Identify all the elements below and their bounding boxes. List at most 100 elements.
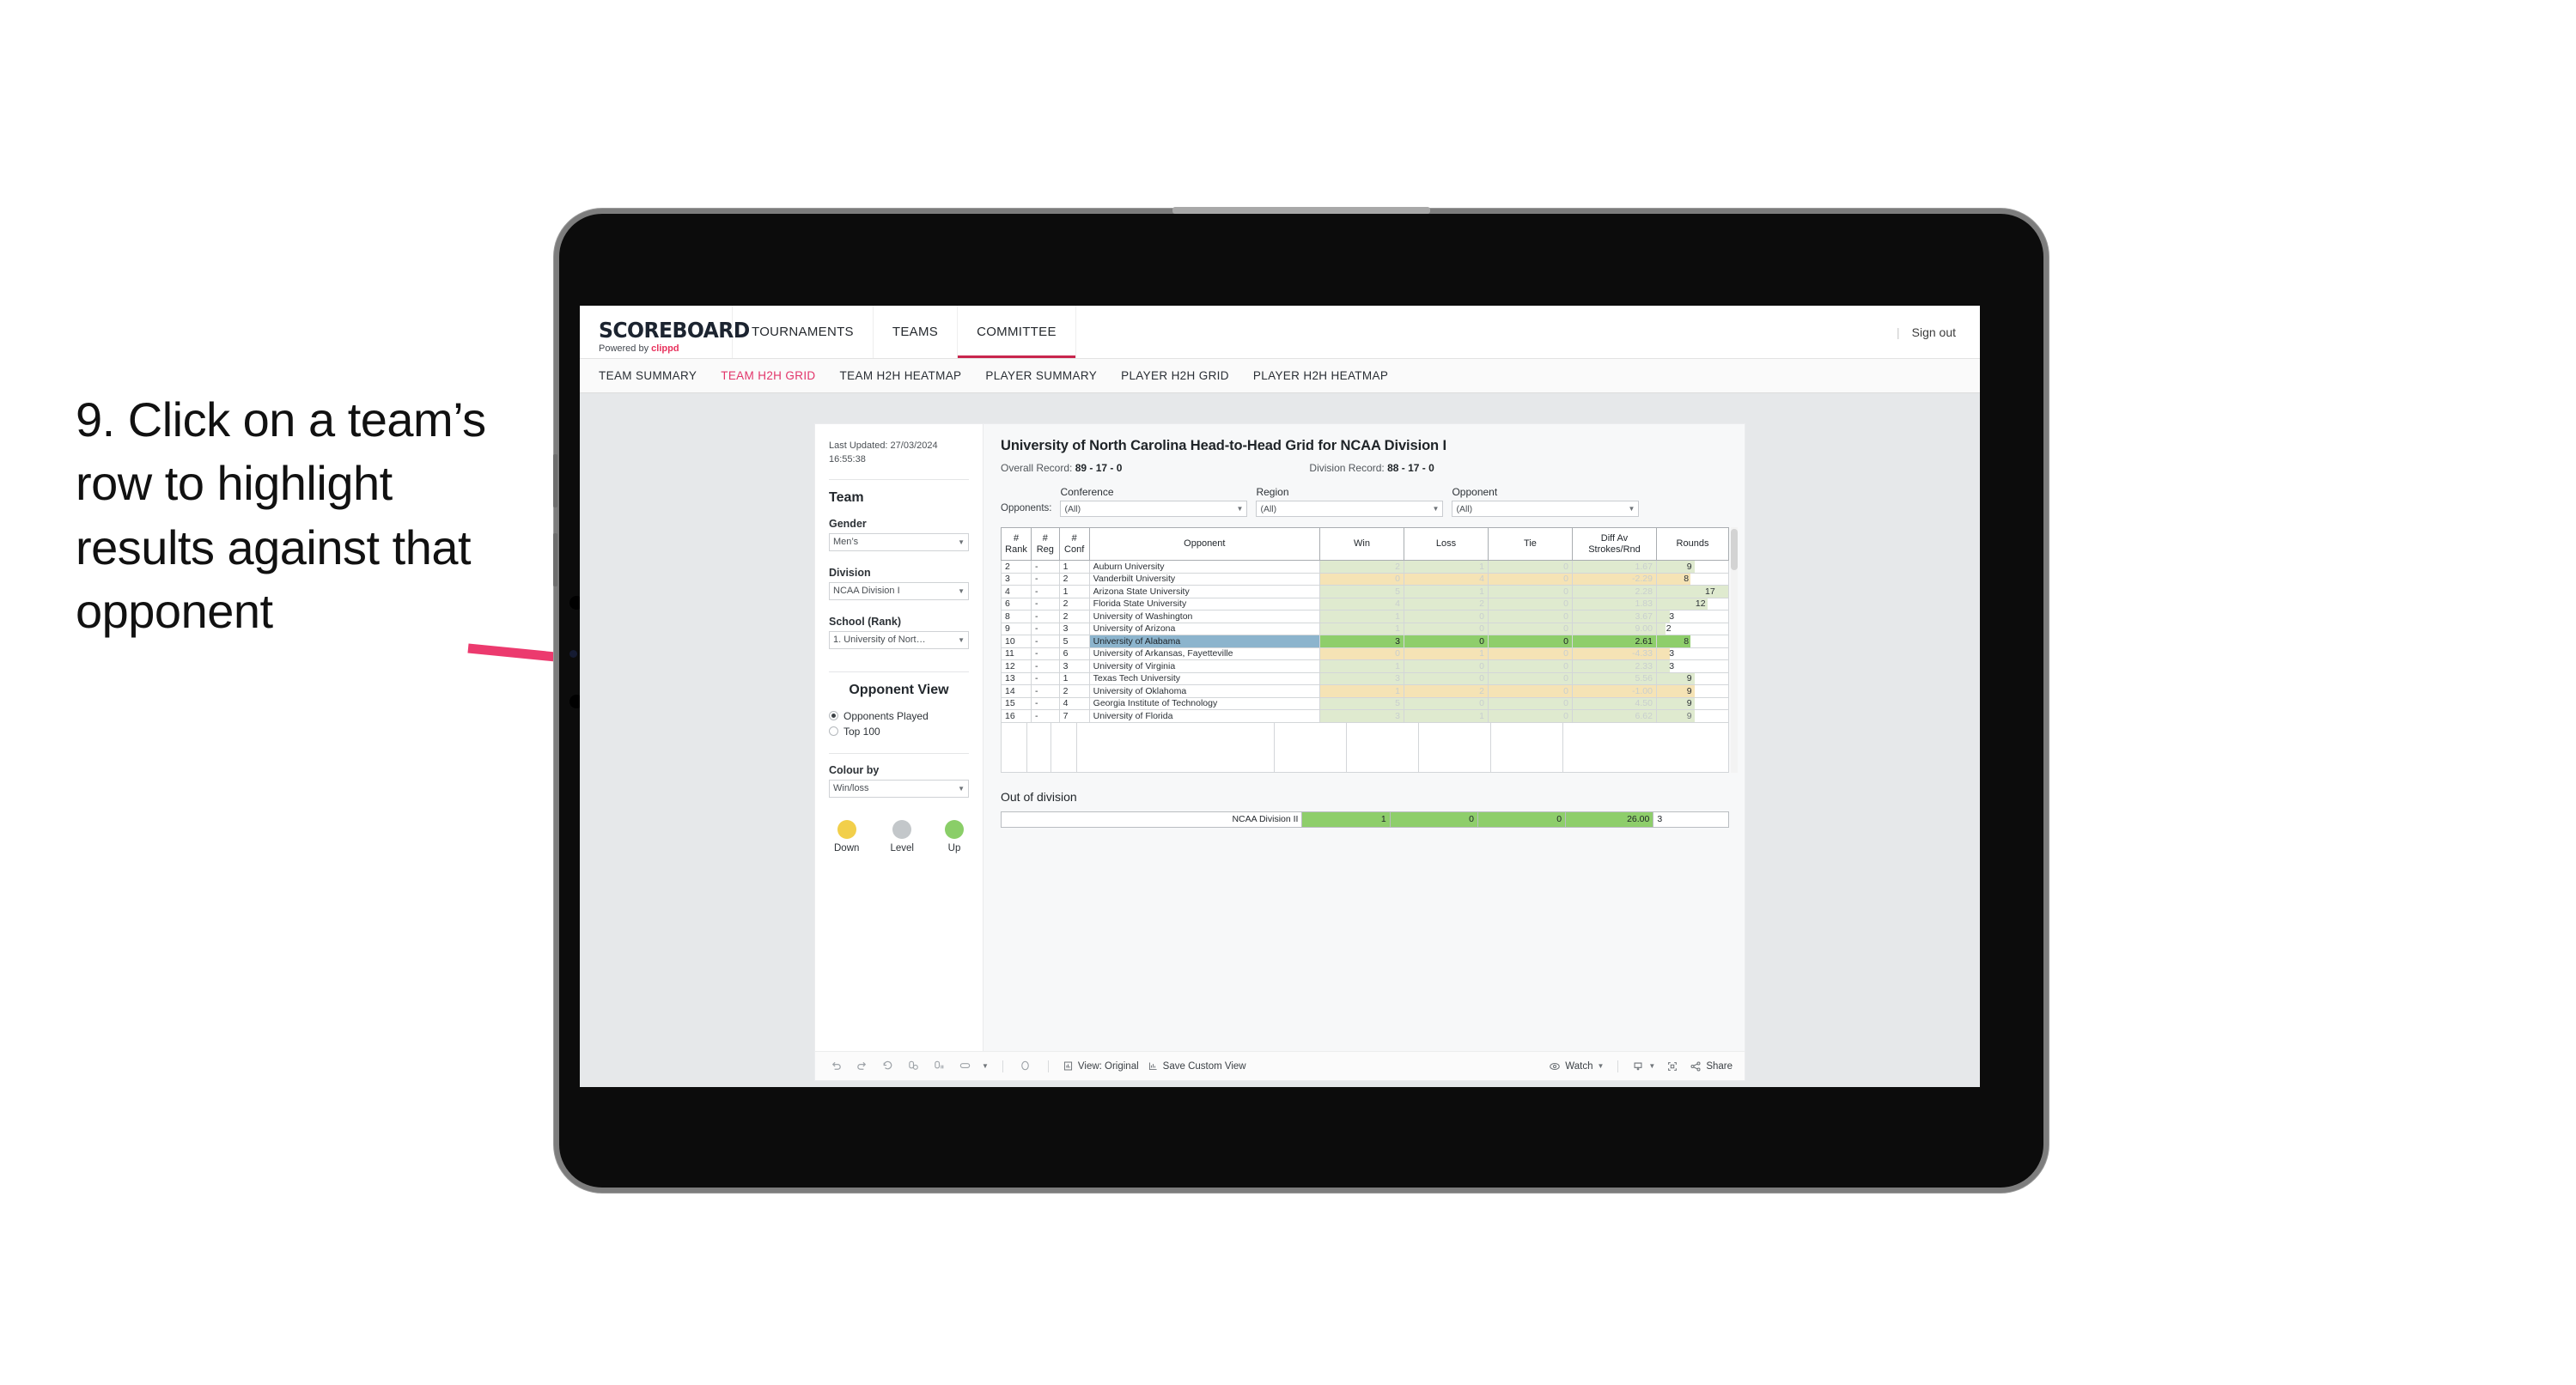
cell-conf: 3 [1058,659,1090,673]
filter-opponent-select[interactable]: (All) ▼ [1452,501,1640,517]
table-row[interactable]: 4-1 Arizona State University 5 1 0 2.28 17 [1001,585,1730,598]
school-select[interactable]: 1. University of Nort… ▼ [829,630,969,649]
table-row[interactable]: 13-1 Texas Tech University 3 0 0 5.56 9 [1001,671,1730,685]
col-win[interactable]: Win [1318,527,1404,561]
table-row[interactable]: 16-7 University of Florida 3 1 0 6.62 9 [1001,709,1730,723]
save-custom-view-button[interactable]: Save Custom View [1148,1060,1246,1072]
comments-icon[interactable] [1017,1058,1034,1075]
revert-icon[interactable] [879,1058,896,1075]
download-button[interactable]: ▼ [1632,1060,1655,1072]
table-row[interactable]: 8-2 University of Washington 1 0 0 3.67 3 [1001,610,1730,623]
cell-rounds: 3 [1655,610,1730,623]
col-diff[interactable]: Diff Av Strokes/Rnd [1571,527,1657,561]
subnav-item-player-summary[interactable]: PLAYER SUMMARY [985,369,1097,382]
col-rank[interactable]: # Rank [1001,527,1032,561]
scrollbar-thumb[interactable] [1731,529,1738,570]
share-button[interactable]: Share [1690,1060,1733,1072]
filter-conference-value: (All) [1064,503,1081,514]
division-record-label: Division Record: [1309,462,1388,474]
table-row[interactable]: 3-2 Vanderbilt University 0 4 0 -2.29 8 [1001,572,1730,586]
sidebar-heading-opponent-view: Opponent View [849,682,949,697]
gender-select[interactable]: Men’s ▼ [829,532,969,551]
fullscreen-icon[interactable] [1664,1058,1681,1075]
table-row[interactable]: 10-5 University of Alabama 3 0 0 2.61 8 [1001,635,1730,648]
table-row[interactable]: 11-6 University of Arkansas, Fayetteville… [1001,647,1730,660]
subnav-item-player-h2h-heatmap[interactable]: PLAYER H2H HEATMAP [1253,369,1388,382]
topnav-item-committee[interactable]: COMMITTEE [958,306,1076,358]
table-row[interactable]: 12-3 University of Virginia 1 0 0 2.33 3 [1001,659,1730,673]
col-tie[interactable]: Tie [1487,527,1573,561]
chevron-down-icon: ▼ [1648,1062,1656,1070]
dashboard-container: Last Updated: 27/03/2024 16:55:38 Team G… [815,424,1745,1080]
watch-button[interactable]: Watch ▼ [1549,1060,1604,1072]
division-select[interactable]: NCAA Division I ▼ [829,581,969,600]
filter-sidebar: Last Updated: 27/03/2024 16:55:38 Team G… [815,424,984,1051]
cell-tie: 0 [1487,647,1573,660]
colour-by-select[interactable]: Win/loss ▼ [829,779,969,798]
cell-rank: 12 [1001,659,1032,673]
out-of-division-row[interactable]: NCAA Division II 1 0 0 26.00 3 [1000,811,1729,828]
cell-win: 1 [1318,659,1404,673]
col-loss-label: Loss [1435,538,1457,550]
volume-down-button[interactable] [553,533,557,586]
logo-tagline: Powered by clippd [599,343,732,354]
cell-rounds: 8 [1655,635,1730,648]
col-opponent[interactable]: Opponent [1088,527,1320,561]
top-navigation-bar: SCOREBOARD Powered by clippd TOURNAMENTS… [580,306,1980,359]
table-row[interactable]: 9-3 University of Arizona 1 0 0 9.00 2 [1001,622,1730,635]
cell-loss: 0 [1403,622,1489,635]
colour-by-label: Colour by [829,763,880,776]
overall-record-label: Overall Record: [1001,462,1075,474]
cell-reg: - [1031,572,1060,586]
cell-reg: - [1031,684,1060,698]
cell-loss: 4 [1403,572,1489,586]
cell-conf: 7 [1058,709,1090,723]
cell-win: 2 [1318,560,1404,574]
col-reg[interactable]: # Reg [1031,527,1060,561]
col-loss[interactable]: Loss [1403,527,1489,561]
devices-icon[interactable] [956,1058,973,1075]
app-logo[interactable]: SCOREBOARD Powered by clippd [580,306,750,358]
toolbar-separator-3 [1617,1060,1619,1072]
refresh-data-icon[interactable] [904,1058,922,1075]
topnav-item-tournaments[interactable]: TOURNAMENTS [733,306,874,358]
table-row[interactable]: 6-2 Florida State University 4 2 0 1.83 12 [1001,597,1730,610]
subnav-item-team-summary[interactable]: TEAM SUMMARY [599,369,697,382]
chevron-down-icon[interactable]: ▼ [982,1062,989,1070]
filter-opponent-label: Opponent [1452,486,1498,498]
col-conf[interactable]: # Conf [1058,527,1090,561]
sensor-icon [569,650,577,658]
cell-rounds: 9 [1655,684,1730,698]
chevron-down-icon: ▼ [958,635,965,644]
table-vertical-scrollbar[interactable] [1731,527,1738,773]
cell-diff: 4.50 [1571,696,1657,710]
cell-tie: 0 [1487,696,1573,710]
topbar-right-group: | Sign out [1897,306,1980,358]
cell-opponent: Georgia Institute of Technology [1088,696,1320,710]
redo-icon[interactable] [853,1058,870,1075]
view-original-button[interactable]: View: Original [1063,1060,1139,1072]
radio-top-100-label: Top 100 [843,725,880,738]
topnav-item-teams[interactable]: TEAMS [874,306,959,358]
pause-auto-updates-icon[interactable] [930,1058,947,1075]
filter-region-select[interactable]: (All) ▼ [1256,501,1444,517]
table-row[interactable]: 15-4 Georgia Institute of Technology 5 0 0 4.… [1001,696,1730,710]
subnav-item-player-h2h-grid[interactable]: PLAYER H2H GRID [1121,369,1229,382]
subnav-item-team-h2h-grid[interactable]: TEAM H2H GRID [721,369,815,382]
table-row[interactable]: 14-2 University of Oklahoma 1 2 0 -1.00 9 [1001,684,1730,698]
undo-icon[interactable] [827,1058,844,1075]
volume-up-button[interactable] [553,454,557,507]
cell-reg: - [1031,709,1060,723]
table-row[interactable]: 2-1 Auburn University 2 1 0 1.67 9 [1001,560,1730,574]
filter-conference-select[interactable]: (All) ▼ [1060,501,1248,517]
subnav-item-team-h2h-heatmap[interactable]: TEAM H2H HEATMAP [840,369,962,382]
col-rounds[interactable]: Rounds [1655,527,1730,561]
cell-win: 1 [1318,610,1404,623]
watch-label: Watch [1565,1060,1593,1072]
radio-top-100[interactable]: Top 100 [829,726,969,738]
cell-rounds: 9 [1655,709,1730,723]
cell-rank: 15 [1001,696,1032,710]
division-record: Division Record: 88 - 17 - 0 [1309,462,1434,474]
radio-opponents-played[interactable]: Opponents Played [829,710,969,722]
sign-out-link[interactable]: Sign out [1912,325,1956,339]
